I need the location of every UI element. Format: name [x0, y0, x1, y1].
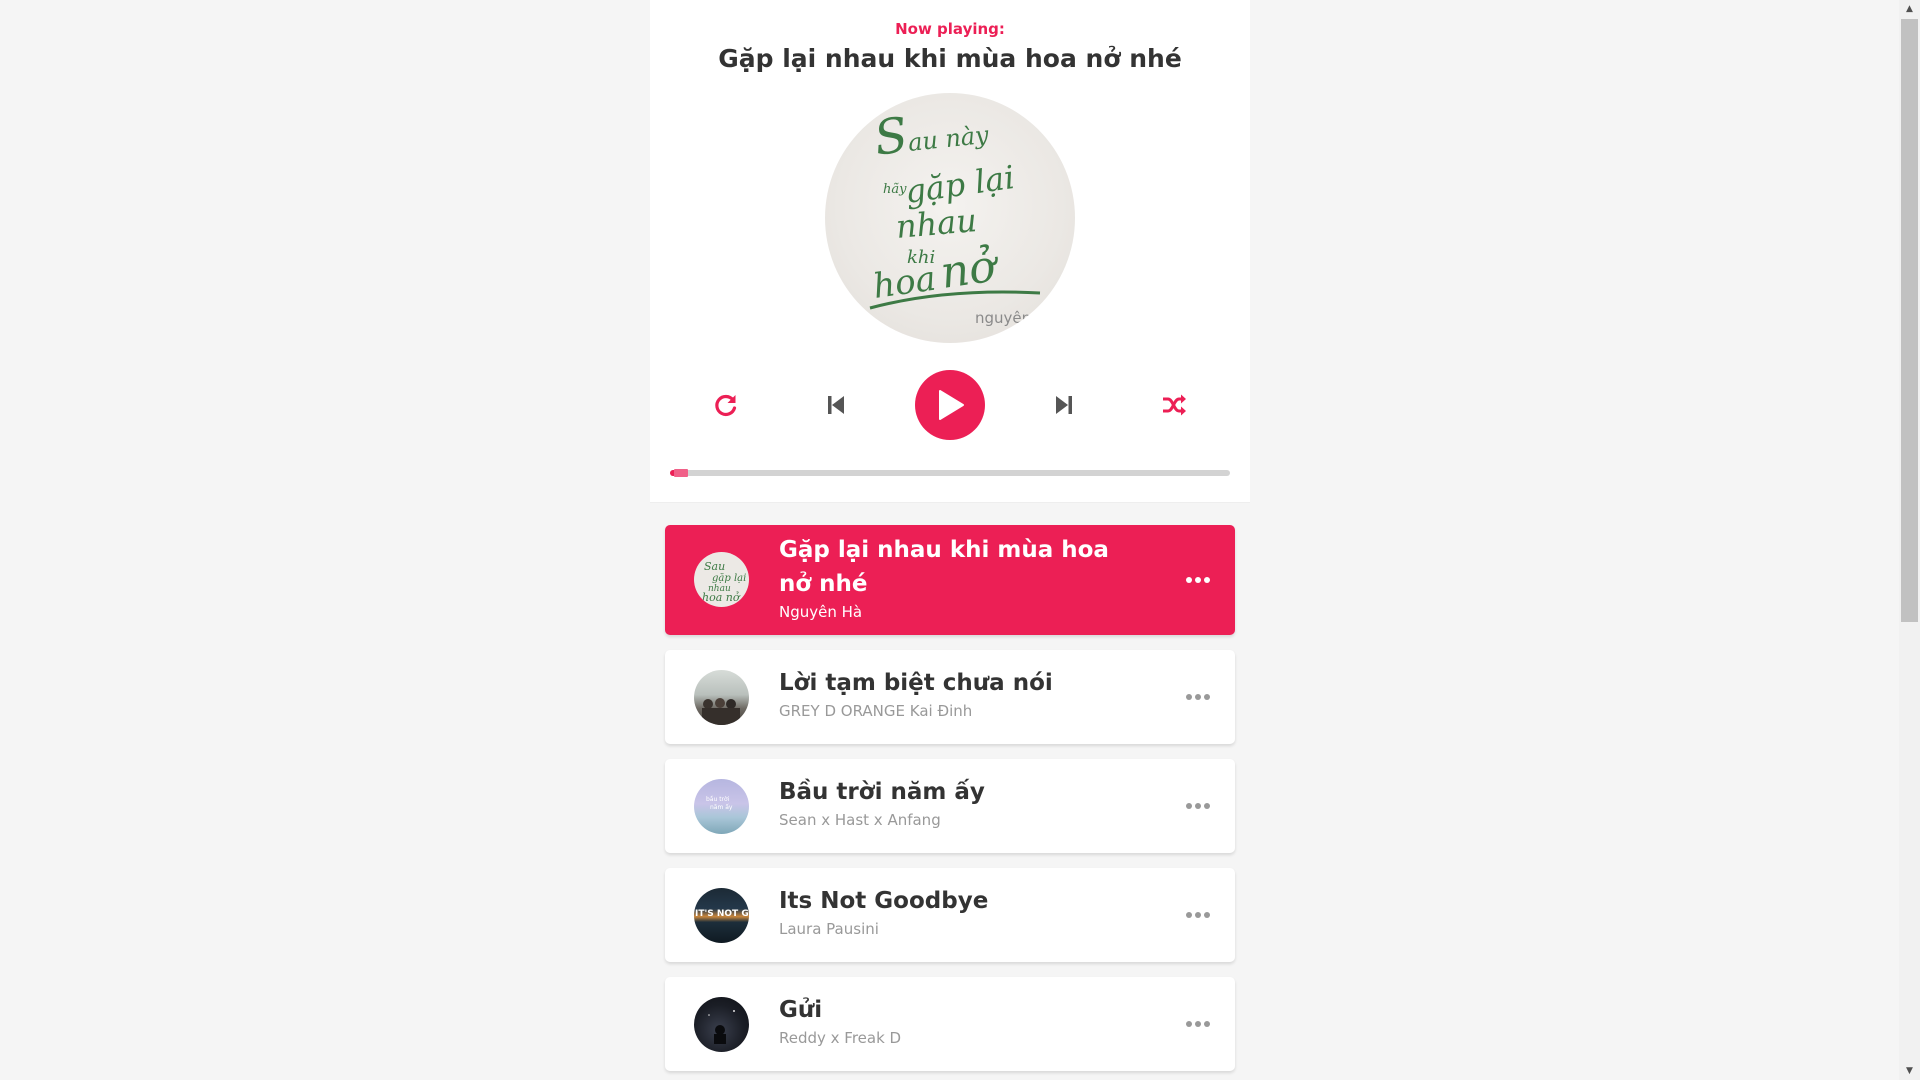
song-body: Gửi Reddy x Freak D: [779, 993, 1149, 1047]
song-item-active[interactable]: Sau gặp lại nhau hoa nở Gặp lại nhau khi…: [665, 525, 1235, 635]
song-options-button[interactable]: [1183, 682, 1213, 712]
song-title: Its Not Goodbye: [779, 888, 989, 914]
song-body: Lời tạm biệt chưa nói GREY D ORANGE Kai …: [779, 666, 1149, 720]
repeat-icon: [715, 394, 737, 417]
svg-text:nhau: nhau: [894, 201, 978, 246]
svg-text:hoa nở: hoa nở: [702, 591, 741, 604]
song-thumb: [694, 670, 749, 725]
prev-button[interactable]: [811, 380, 861, 430]
ellipsis-icon: [1186, 577, 1210, 583]
ellipsis-icon: [1186, 1021, 1210, 1027]
song-title: Gửi: [779, 997, 823, 1023]
step-forward-icon: [1056, 396, 1072, 414]
song-item[interactable]: Gửi Reddy x Freak D: [665, 977, 1235, 1071]
svg-text:gặp lại: gặp lại: [712, 573, 746, 584]
scrollbar-thumb[interactable]: [1901, 19, 1918, 622]
song-thumb: Sau gặp lại nhau hoa nở: [694, 552, 749, 607]
song-author: Reddy x Freak D: [779, 1029, 902, 1047]
song-author: GREY D ORANGE Kai Đinh: [779, 702, 973, 720]
page-scrollbar[interactable]: ▲ ▼: [1899, 0, 1920, 1080]
song-item[interactable]: IT'S NOT G Its Not Goodbye Laura Pausini: [665, 868, 1235, 962]
song-title: Gặp lại nhau khi mùa hoa nở nhé: [779, 537, 1109, 597]
ellipsis-icon: [1186, 912, 1210, 918]
svg-text:bầu trời: bầu trời: [706, 795, 730, 803]
ellipsis-icon: [1186, 803, 1210, 809]
song-thumb: [694, 997, 749, 1052]
song-options-button[interactable]: [1183, 791, 1213, 821]
svg-text:năm ấy: năm ấy: [710, 804, 733, 811]
song-thumb: IT'S NOT G: [694, 888, 749, 943]
song-options-button[interactable]: [1183, 1009, 1213, 1039]
song-item[interactable]: Lời tạm biệt chưa nói GREY D ORANGE Kai …: [665, 650, 1235, 744]
ellipsis-icon: [1186, 694, 1210, 700]
song-options-button[interactable]: [1183, 565, 1213, 595]
play-icon: [939, 390, 964, 420]
svg-text:nở: nở: [937, 240, 1003, 299]
scroll-up-arrow-icon[interactable]: ▲: [1899, 0, 1920, 18]
song-author: Nguyên Hà: [779, 603, 863, 621]
repeat-button[interactable]: [701, 380, 751, 430]
song-title: Lời tạm biệt chưa nói: [779, 670, 1053, 696]
playlist: Sau gặp lại nhau hoa nở Gặp lại nhau khi…: [665, 525, 1235, 1080]
song-title: Bầu trời năm ấy: [779, 779, 985, 805]
svg-text:au này: au này: [907, 121, 991, 157]
song-author: Sean x Hast x Anfang: [779, 811, 941, 829]
song-author: Laura Pausini: [779, 920, 879, 938]
scroll-down-arrow-icon[interactable]: ▼: [1899, 1062, 1920, 1080]
song-body: Bầu trời năm ấy Sean x Hast x Anfang: [779, 775, 1149, 829]
song-item[interactable]: bầu trời năm ấy Bầu trời năm ấy Sean x H…: [665, 759, 1235, 853]
music-player-page: Now playing: Gặp lại nhau khi mùa hoa nở…: [0, 0, 1920, 1080]
svg-text:Sau: Sau: [704, 560, 725, 573]
shuffle-icon: [1163, 394, 1186, 416]
play-button[interactable]: [915, 370, 985, 440]
svg-text:IT'S NOT G: IT'S NOT G: [695, 909, 749, 919]
now-playing-label: Now playing:: [895, 20, 1005, 38]
song-options-button[interactable]: [1183, 900, 1213, 930]
player-dashboard: Now playing: Gặp lại nhau khi mùa hoa nở…: [650, 0, 1250, 503]
svg-text:S: S: [871, 107, 911, 167]
song-body: Its Not Goodbye Laura Pausini: [779, 884, 1149, 938]
song-body: Gặp lại nhau khi mùa hoa nở nhé Nguyên H…: [779, 533, 1149, 621]
progress-thumb[interactable]: [674, 469, 689, 477]
current-song-title: Gặp lại nhau khi mùa hoa nở nhé: [718, 44, 1182, 73]
cd-thumbnail: S au này hãy gặp lại nhau khi hoa nở ngu…: [825, 93, 1075, 343]
random-button[interactable]: [1149, 380, 1199, 430]
progress-slider[interactable]: [670, 469, 1230, 477]
svg-text:nguyên: nguyên: [975, 309, 1031, 327]
step-backward-icon: [828, 396, 844, 414]
song-thumb: bầu trời năm ấy: [694, 779, 749, 834]
next-button[interactable]: [1039, 380, 1089, 430]
